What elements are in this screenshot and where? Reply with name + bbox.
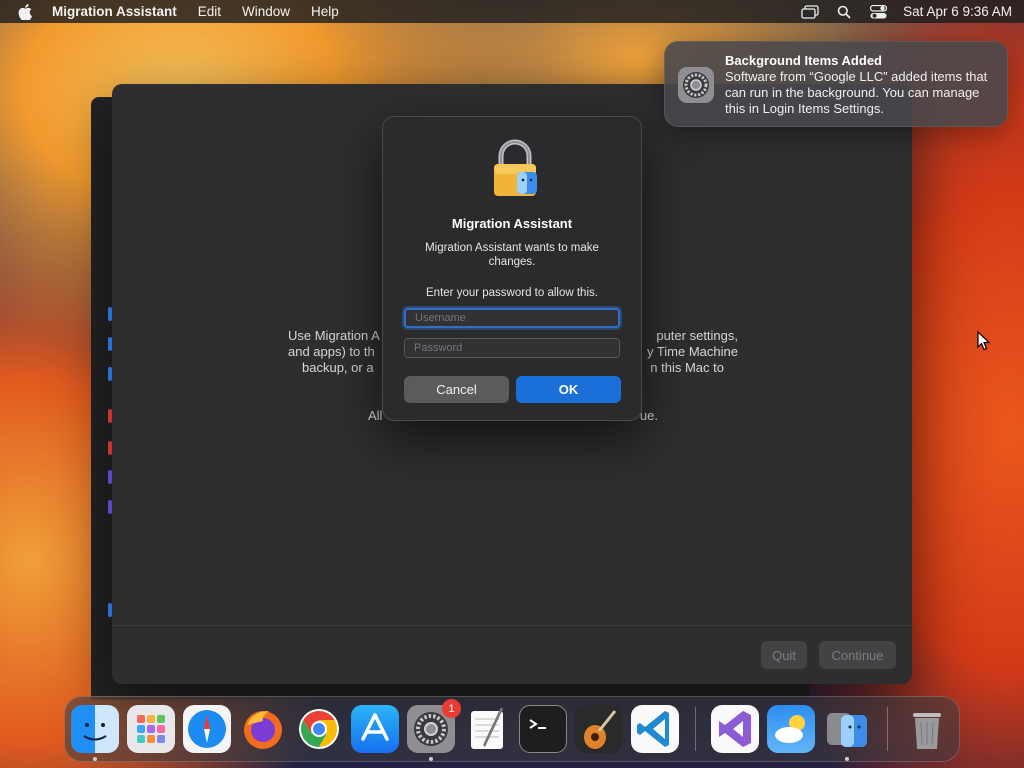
lock-icon xyxy=(494,139,537,196)
sidebar-icon xyxy=(108,441,112,455)
sidebar-icon xyxy=(108,409,112,423)
menu-app-name[interactable]: Migration Assistant xyxy=(52,4,177,19)
quit-button[interactable]: Quit xyxy=(761,641,807,669)
system-settings-icon xyxy=(678,67,714,103)
dock: 1 xyxy=(64,696,960,762)
desc-line1-left: Use Migration A xyxy=(288,328,380,343)
notification-title: Background Items Added xyxy=(725,53,882,68)
footnote-right: ue. xyxy=(639,408,658,423)
dock-safari-icon[interactable] xyxy=(183,705,231,753)
notification-body: Software from “Google LLC” added items t… xyxy=(725,69,988,116)
running-indicator xyxy=(429,757,433,761)
dock-app-store-icon[interactable] xyxy=(351,705,399,753)
dialog-title: Migration Assistant xyxy=(451,216,573,231)
sidebar-icon xyxy=(108,470,112,484)
desc-line2-left: and apps) to th xyxy=(288,344,375,359)
continue-button[interactable]: Continue xyxy=(819,641,896,669)
running-indicator xyxy=(845,757,849,761)
sidebar-icon xyxy=(108,367,112,381)
desc-line1-right: puter settings, xyxy=(656,328,738,343)
dock-firefox-icon[interactable] xyxy=(239,705,287,753)
dialog-prompt: Enter your password to allow this. xyxy=(426,287,598,299)
dock-finder-icon[interactable] xyxy=(71,705,119,753)
sidebar-icon xyxy=(108,500,112,514)
sidebar-icon xyxy=(108,603,112,617)
dock-chrome-icon[interactable] xyxy=(295,705,343,753)
dock-trash-icon[interactable] xyxy=(903,705,951,753)
desc-line3-left: backup, or a xyxy=(302,360,374,375)
menu-window[interactable]: Window xyxy=(242,4,290,19)
dock-vscode-icon[interactable] xyxy=(631,705,679,753)
notification-badge: 1 xyxy=(442,699,461,718)
dock-separator xyxy=(695,707,696,751)
desc-line2-right: y Time Machine xyxy=(646,344,738,359)
menu-help[interactable]: Help xyxy=(311,4,339,19)
dock-migration-assistant-icon[interactable] xyxy=(823,705,871,753)
dock-launchpad-icon[interactable] xyxy=(127,705,175,753)
footnote-left: All xyxy=(368,408,383,423)
dock-system-settings-icon[interactable]: 1 xyxy=(407,699,461,753)
username-field[interactable] xyxy=(404,308,620,328)
menu-bar: Migration Assistant Edit Window Help Sat… xyxy=(0,0,1024,23)
sidebar-icon xyxy=(108,307,112,321)
dock-garageband-icon[interactable] xyxy=(575,705,623,753)
apple-menu-icon[interactable] xyxy=(18,3,34,20)
menu-clock[interactable]: Sat Apr 6 9:36 AM xyxy=(903,4,1012,19)
dock-separator xyxy=(887,707,888,751)
authentication-dialog: Migration Assistant Migration Assistant … xyxy=(382,116,642,421)
dialog-message: Migration Assistant wants to make change… xyxy=(425,242,599,268)
dock-weather-icon[interactable] xyxy=(767,705,815,753)
background-items-notification[interactable]: Background Items Added Software from “Go… xyxy=(664,41,1008,127)
password-field[interactable] xyxy=(404,338,620,358)
dock-terminal-icon[interactable] xyxy=(519,705,567,753)
running-indicator xyxy=(93,757,97,761)
dock-visual-studio-icon[interactable] xyxy=(711,705,759,753)
menu-edit[interactable]: Edit xyxy=(198,4,221,19)
cancel-button[interactable]: Cancel xyxy=(404,376,509,403)
footer-divider xyxy=(112,625,912,626)
dock-textedit-icon[interactable] xyxy=(463,705,511,753)
desc-line3-right: n this Mac to xyxy=(650,360,724,375)
spotlight-search-icon[interactable] xyxy=(827,0,861,23)
mouse-cursor-icon xyxy=(977,331,991,351)
sidebar-icon xyxy=(108,337,112,351)
ok-button[interactable]: OK xyxy=(516,376,621,403)
screen-mirroring-icon[interactable] xyxy=(793,0,827,23)
control-center-icon[interactable] xyxy=(861,0,895,23)
